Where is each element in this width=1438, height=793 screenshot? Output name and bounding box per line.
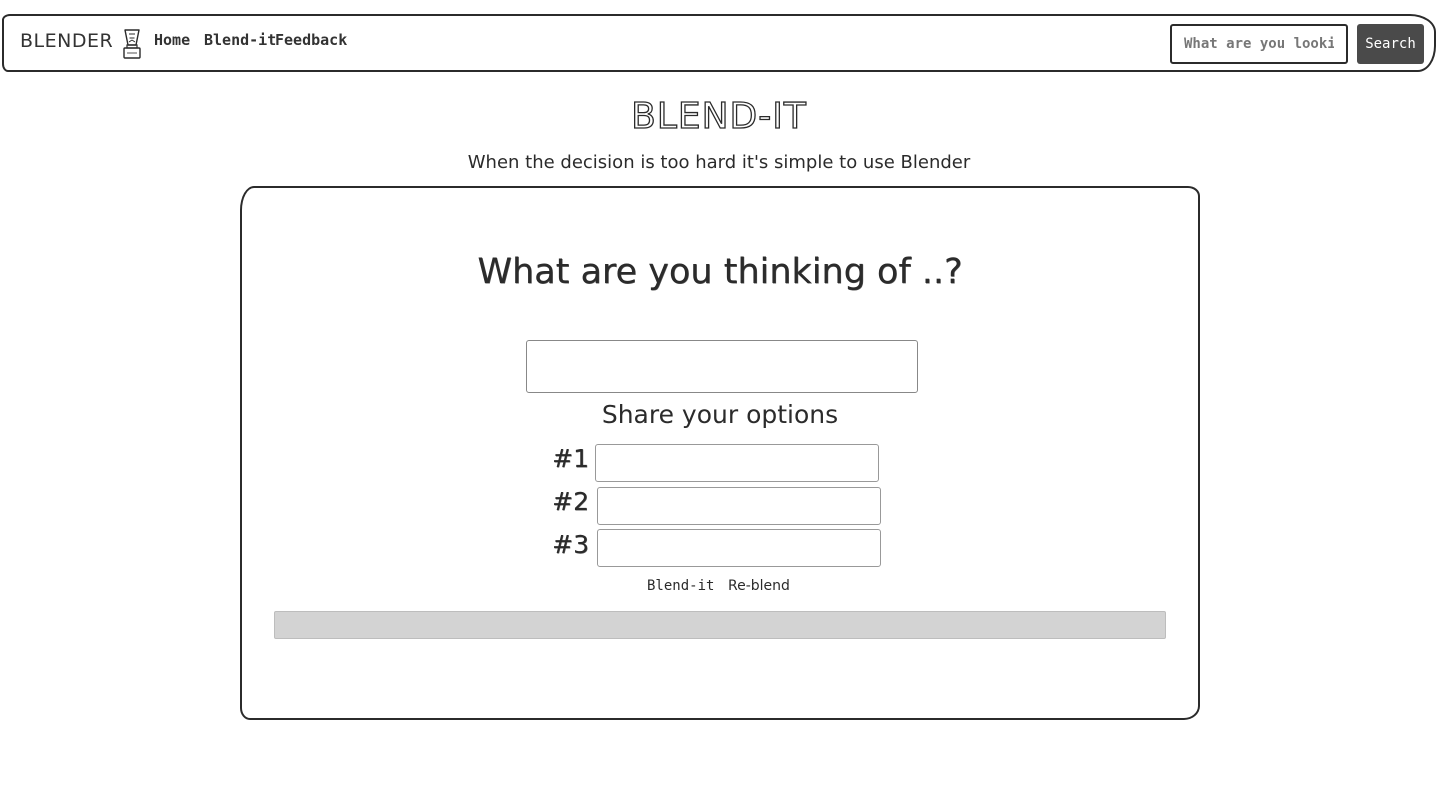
option-2-input[interactable] [597, 487, 881, 525]
blender-icon [120, 28, 144, 60]
page-subtitle: When the decision is too hard it's simpl… [467, 152, 971, 173]
question-heading: What are you thinking of ..? [477, 252, 963, 292]
option-3-label: #3 [552, 530, 589, 559]
result-bar [274, 611, 1166, 639]
option-1-label: #1 [552, 444, 589, 473]
nav-link-home[interactable]: Home [154, 31, 190, 49]
re-blend-button[interactable]: Re-blend [728, 578, 790, 594]
nav-link-blend-it[interactable]: Blend-it [204, 31, 276, 49]
option-2-label: #2 [552, 487, 589, 516]
option-3-input[interactable] [597, 529, 881, 567]
page-title: BLEND-IT [630, 95, 807, 137]
nav-link-feedback[interactable]: Feedback [275, 31, 347, 49]
blend-card: What are you thinking of ..? Share your … [240, 186, 1200, 720]
search-button[interactable]: Search [1357, 24, 1424, 64]
blend-it-button[interactable]: Blend-it [647, 578, 714, 594]
search-input[interactable] [1170, 24, 1348, 64]
options-heading: Share your options [601, 400, 839, 429]
question-input[interactable] [526, 340, 918, 393]
option-1-input[interactable] [595, 444, 879, 482]
brand-name[interactable]: BLENDER [20, 30, 113, 52]
top-navbar: BLENDER Home Blend-it Feedback Search [2, 14, 1436, 72]
